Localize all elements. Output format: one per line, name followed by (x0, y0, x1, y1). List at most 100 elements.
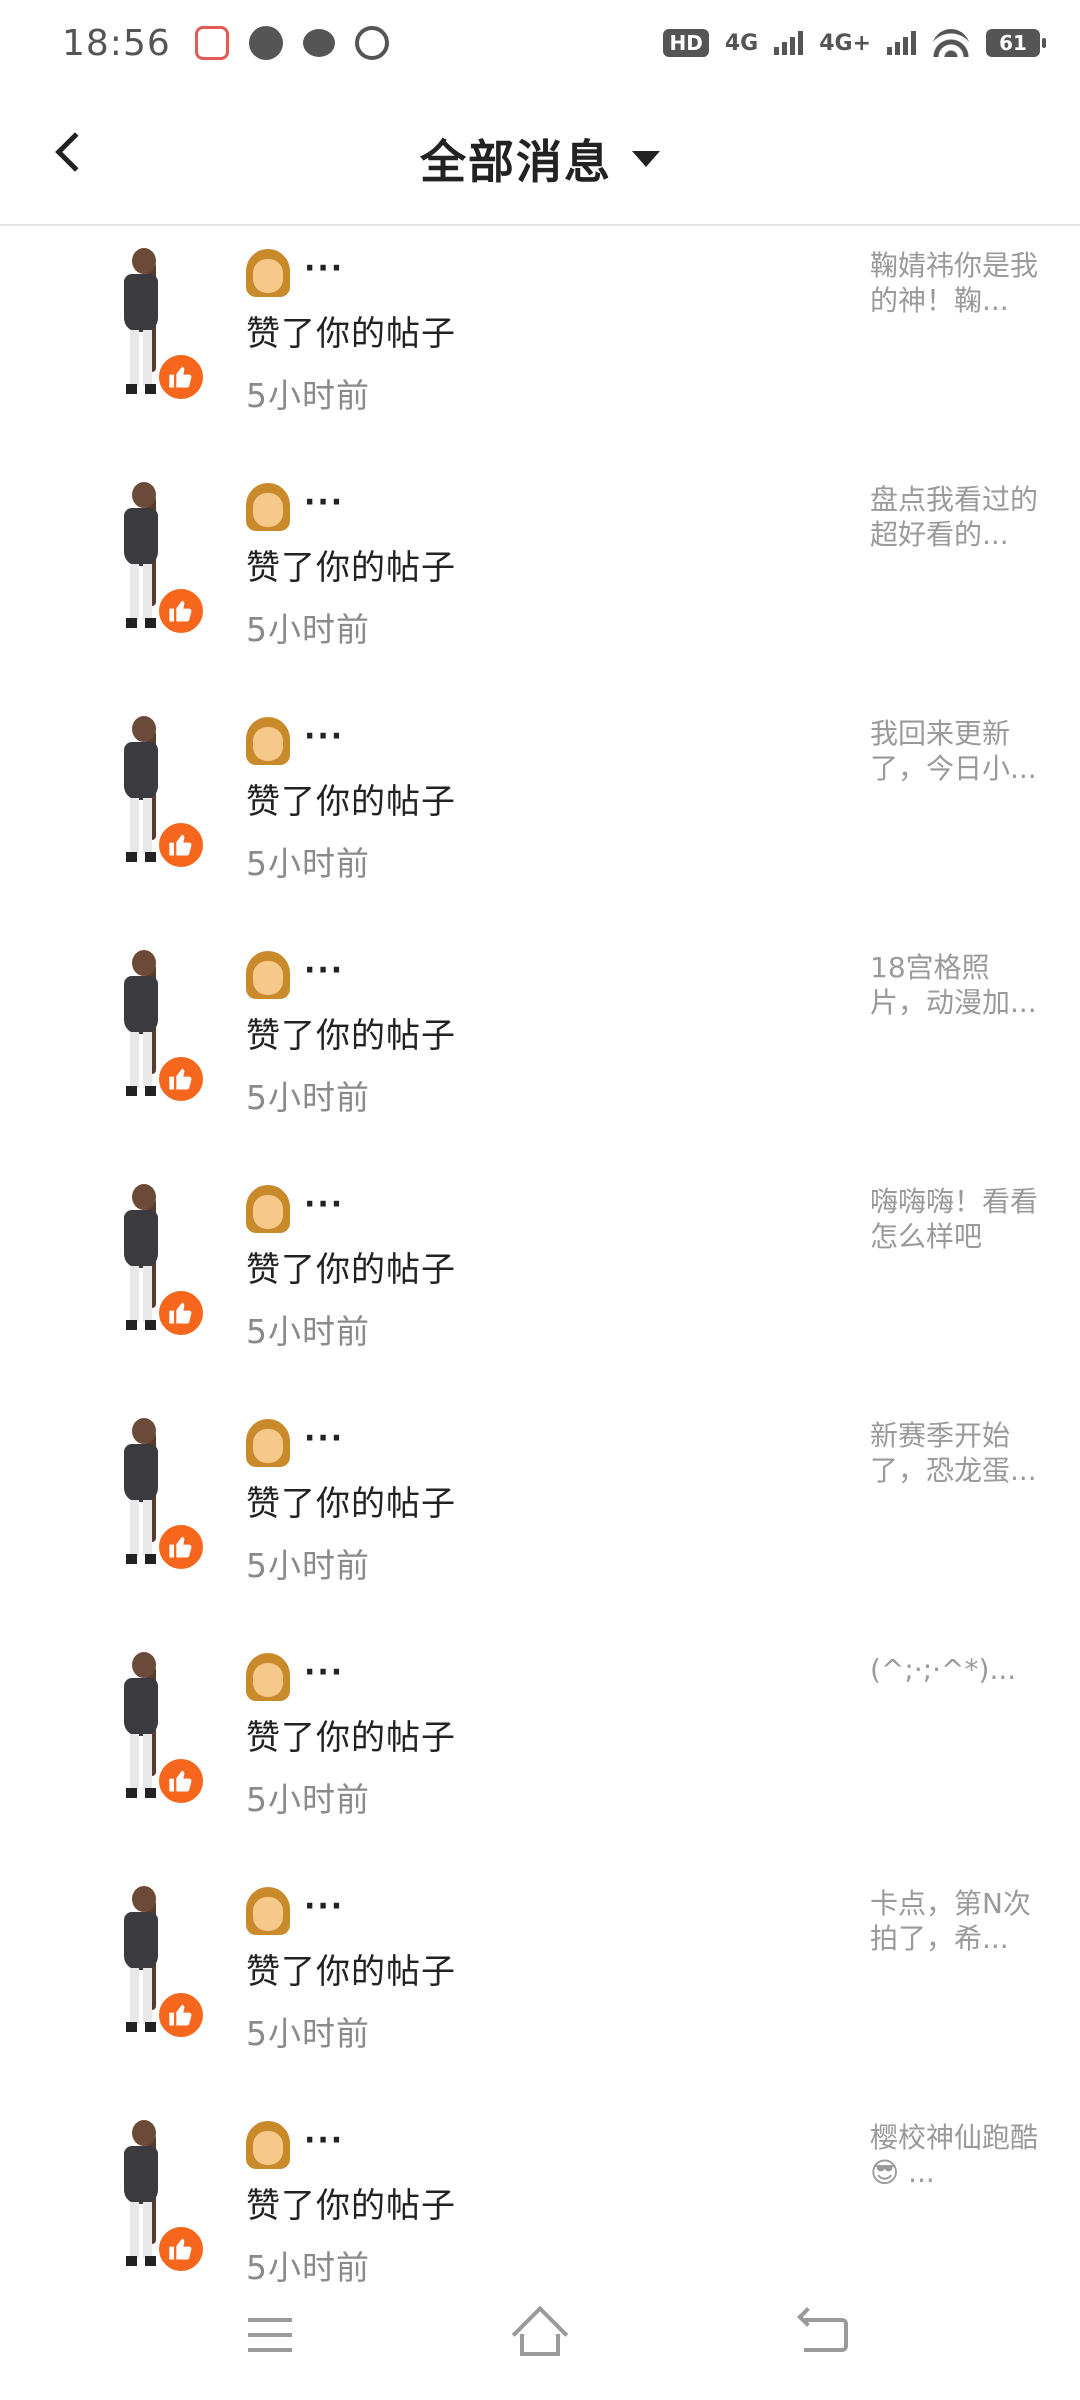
message-action: 赞了你的帖子 (246, 1250, 456, 1290)
message-meta: ··· 赞了你的帖子 5小时前 (246, 1182, 456, 1353)
thumbs-up-icon (156, 2224, 206, 2274)
woman-emoji-icon (246, 1419, 290, 1467)
woman-emoji-icon (246, 483, 290, 531)
message-action: 赞了你的帖子 (246, 314, 456, 354)
menu-icon (248, 2318, 292, 2352)
home-button[interactable] (500, 2295, 580, 2375)
sender-name: ··· (304, 1186, 345, 1222)
thumbs-up-icon (156, 820, 206, 870)
message-meta: ··· 赞了你的帖子 5小时前 (246, 1416, 456, 1587)
sender-line[interactable]: ··· (246, 246, 456, 300)
sender-line[interactable]: ··· (246, 1884, 456, 1938)
sender-line[interactable]: ··· (246, 1182, 456, 1236)
sender-name: ··· (304, 2122, 345, 2158)
message-time: 5小时前 (246, 1546, 370, 1585)
message-meta: ··· 赞了你的帖子 5小时前 (246, 948, 456, 1119)
message-row[interactable]: ··· 赞了你的帖子 5小时前 (^;·;·^*)... (0, 1632, 1080, 1866)
message-row[interactable]: ··· 赞了你的帖子 5小时前 18宫格照片，动漫加... (0, 930, 1080, 1164)
post-preview[interactable]: 嗨嗨嗨！看看怎么样吧 (870, 1184, 1040, 1254)
recent-apps-button[interactable] (230, 2295, 310, 2375)
signal-icon-2 (887, 31, 916, 55)
message-list: ··· 赞了你的帖子 5小时前 鞠婧祎你是我的神！鞠... ··· 赞了你的帖子… (0, 228, 1080, 2334)
message-action: 赞了你的帖子 (246, 1484, 456, 1524)
message-row[interactable]: ··· 赞了你的帖子 5小时前 卡点，第N次拍了，希... (0, 1866, 1080, 2100)
sender-name: ··· (304, 250, 345, 286)
message-row[interactable]: ··· 赞了你的帖子 5小时前 鞠婧祎你是我的神！鞠... (0, 228, 1080, 462)
message-action: 赞了你的帖子 (246, 1016, 456, 1056)
sender-name: ··· (304, 484, 345, 520)
title-dropdown[interactable]: 全部消息 (0, 126, 1080, 192)
message-action: 赞了你的帖子 (246, 1952, 456, 1992)
battery-icon: 61 (986, 29, 1046, 57)
sender-name: ··· (304, 1654, 345, 1690)
post-preview[interactable]: 新赛季开始了，恐龙蛋... (870, 1418, 1040, 1488)
message-action: 赞了你的帖子 (246, 548, 456, 588)
system-nav-bar (0, 2270, 1080, 2400)
message-action: 赞了你的帖子 (246, 782, 456, 822)
wechat-icon (302, 29, 335, 57)
woman-emoji-icon (246, 717, 290, 765)
message-time: 5小时前 (246, 376, 370, 415)
post-preview[interactable]: 我回来更新了，今日小... (870, 716, 1040, 786)
message-meta: ··· 赞了你的帖子 5小时前 (246, 714, 456, 885)
status-indicators: HD 4G 4G+ 61 (663, 29, 1046, 57)
network-label-2: 4G+ (819, 30, 871, 56)
sender-line[interactable]: ··· (246, 1416, 456, 1470)
message-meta: ··· 赞了你的帖子 5小时前 (246, 1884, 456, 2055)
signal-icon (774, 31, 804, 55)
woman-emoji-icon (246, 1185, 290, 1233)
message-row[interactable]: ··· 赞了你的帖子 5小时前 我回来更新了，今日小... (0, 696, 1080, 930)
message-time: 5小时前 (246, 2014, 370, 2053)
message-time: 5小时前 (246, 1312, 370, 1351)
message-time: 5小时前 (246, 844, 370, 883)
network-label-1: 4G (724, 30, 759, 56)
sender-line[interactable]: ··· (246, 1650, 456, 1704)
message-meta: ··· 赞了你的帖子 5小时前 (246, 480, 456, 651)
post-preview[interactable]: 18宫格照片，动漫加... (870, 950, 1040, 1020)
message-action: 赞了你的帖子 (246, 1718, 456, 1758)
sender-line[interactable]: ··· (246, 480, 456, 534)
browser-app-icon (354, 26, 389, 60)
message-row[interactable]: ··· 赞了你的帖子 5小时前 盘点我看过的超好看的... (0, 462, 1080, 696)
status-time: 18:56 (62, 22, 171, 64)
woman-emoji-icon (246, 951, 290, 999)
calendar-app-icon (194, 26, 229, 60)
message-row[interactable]: ··· 赞了你的帖子 5小时前 嗨嗨嗨！看看怎么样吧 (0, 1164, 1080, 1398)
return-icon (804, 2318, 848, 2352)
message-time: 5小时前 (246, 1780, 370, 1819)
message-meta: ··· 赞了你的帖子 5小时前 (246, 246, 456, 417)
post-preview[interactable]: 鞠婧祎你是我的神！鞠... (870, 248, 1040, 318)
status-app-icons (194, 26, 389, 60)
thumbs-up-icon (156, 1990, 206, 2040)
cat-app-icon (248, 26, 283, 60)
post-preview[interactable]: (^;·;·^*)... (870, 1652, 1040, 1687)
sender-name: ··· (304, 952, 345, 988)
post-preview[interactable]: 樱校神仙跑酷😎 ... (870, 2120, 1040, 2190)
status-bar: 18:56 HD 4G 4G+ 61 (0, 0, 1080, 86)
thumbs-up-icon (156, 1522, 206, 1572)
sender-line[interactable]: ··· (246, 2118, 456, 2172)
message-meta: ··· 赞了你的帖子 5小时前 (246, 2118, 456, 2289)
page-title: 全部消息 (420, 135, 612, 189)
sender-line[interactable]: ··· (246, 714, 456, 768)
sender-name: ··· (304, 1420, 345, 1456)
thumbs-up-icon (156, 586, 206, 636)
sender-name: ··· (304, 718, 345, 754)
sender-name: ··· (304, 1888, 345, 1924)
post-preview[interactable]: 盘点我看过的超好看的... (870, 482, 1040, 552)
thumbs-up-icon (156, 1054, 206, 1104)
hd-icon: HD (663, 29, 709, 57)
thumbs-up-icon (156, 352, 206, 402)
woman-emoji-icon (246, 1653, 290, 1701)
woman-emoji-icon (246, 2121, 290, 2169)
system-back-button[interactable] (786, 2295, 866, 2375)
woman-emoji-icon (246, 1887, 290, 1935)
message-meta: ··· 赞了你的帖子 5小时前 (246, 1650, 456, 1821)
post-preview[interactable]: 卡点，第N次拍了，希... (870, 1886, 1040, 1956)
thumbs-up-icon (156, 1756, 206, 1806)
home-icon (511, 2305, 569, 2363)
message-time: 5小时前 (246, 610, 370, 649)
sender-line[interactable]: ··· (246, 948, 456, 1002)
woman-emoji-icon (246, 249, 290, 297)
message-row[interactable]: ··· 赞了你的帖子 5小时前 新赛季开始了，恐龙蛋... (0, 1398, 1080, 1632)
